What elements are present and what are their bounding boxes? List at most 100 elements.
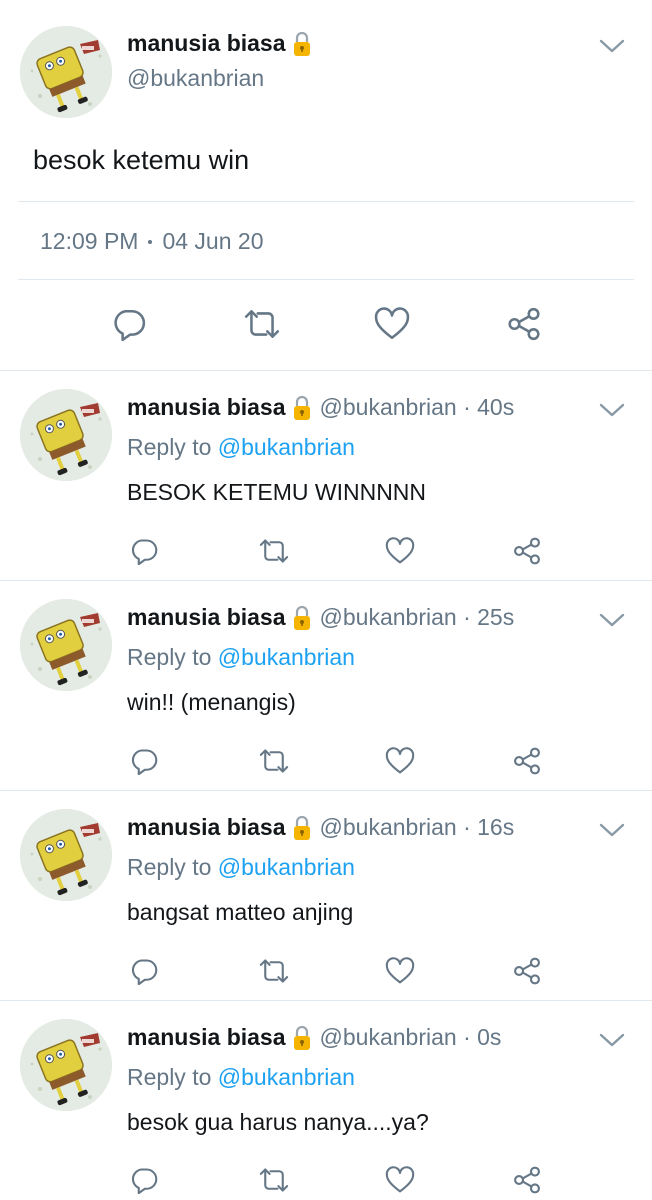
user-name-row: manusia biasa @bukanbrian · 40s — [127, 394, 514, 421]
user-name-row: manusia biasa — [127, 30, 311, 57]
chevron-down-icon[interactable] — [599, 1032, 625, 1048]
like-icon — [385, 957, 415, 985]
share-button[interactable] — [509, 1163, 545, 1197]
share-button[interactable] — [504, 305, 544, 343]
reply-tweet[interactable]: manusia biasa @bukanbrian · 16s Reply to… — [0, 791, 652, 1001]
user-name-row: manusia biasa @bukanbrian · 16s — [127, 814, 514, 841]
avatar[interactable] — [20, 809, 112, 901]
display-name[interactable]: manusia biasa — [127, 814, 286, 841]
avatar-image — [20, 809, 112, 901]
lock-icon — [293, 815, 311, 841]
user-handle[interactable]: @bukanbrian · 16s — [320, 814, 515, 841]
reply-tweet[interactable]: manusia biasa @bukanbrian · 25s Reply to… — [0, 581, 652, 791]
share-icon — [506, 306, 542, 342]
retweet-icon — [243, 307, 281, 341]
chevron-down-icon[interactable] — [599, 822, 625, 838]
reply-tweet[interactable]: manusia biasa @bukanbrian · 0s Reply to … — [0, 1001, 652, 1200]
retweet-icon — [258, 957, 290, 985]
share-button[interactable] — [509, 744, 545, 778]
tweet-text: BESOK KETEMU WINNNNN — [127, 479, 427, 505]
avatar[interactable] — [20, 26, 112, 118]
reply-icon — [130, 537, 158, 565]
avatar[interactable] — [20, 389, 112, 481]
avatar[interactable] — [20, 1019, 112, 1111]
display-name[interactable]: manusia biasa — [127, 394, 286, 421]
reply-to: Reply to @bukanbrian — [127, 854, 355, 881]
avatar[interactable] — [20, 599, 112, 691]
separator-dot — [148, 239, 153, 244]
like-icon — [374, 307, 410, 341]
reply-button[interactable] — [126, 744, 162, 778]
retweet-icon — [258, 537, 290, 565]
lock-icon — [293, 395, 311, 421]
lock-icon — [293, 1025, 311, 1051]
retweet-icon — [258, 747, 290, 775]
like-button[interactable] — [382, 534, 418, 568]
lock-icon — [293, 31, 311, 57]
reply-icon — [130, 1166, 158, 1194]
avatar-image — [20, 1019, 112, 1111]
avatar-image — [20, 599, 112, 691]
user-handle[interactable]: @bukanbrian · 25s — [320, 604, 515, 631]
reply-icon — [112, 307, 146, 341]
reply-to-handle-link[interactable]: @bukanbrian — [218, 1064, 355, 1090]
main-tweet: manusia biasa @bukanbrian besok ketemu w… — [0, 0, 652, 370]
avatar-image — [20, 389, 112, 481]
chevron-down-icon[interactable] — [599, 402, 625, 418]
like-icon — [385, 537, 415, 565]
tweet-text: win!! (menangis) — [127, 689, 296, 715]
reply-to-label: Reply to — [127, 434, 218, 460]
reply-to-handle-link[interactable]: @bukanbrian — [218, 434, 355, 460]
share-icon — [512, 956, 542, 986]
share-icon — [512, 746, 542, 776]
retweet-button[interactable] — [254, 744, 294, 778]
reply-to-label: Reply to — [127, 854, 218, 880]
like-button[interactable] — [372, 305, 412, 343]
retweet-icon — [258, 1166, 290, 1194]
display-name[interactable]: manusia biasa — [127, 1024, 286, 1051]
retweet-button[interactable] — [254, 534, 294, 568]
tweet-time: 12:09 PM — [40, 228, 139, 254]
share-icon — [512, 536, 542, 566]
retweet-button[interactable] — [254, 1163, 294, 1197]
tweet-timestamp: 12:09 PM 04 Jun 20 — [40, 228, 263, 255]
divider — [18, 279, 634, 280]
share-icon — [512, 1165, 542, 1195]
tweet-text: bangsat matteo anjing — [127, 899, 354, 925]
like-button[interactable] — [382, 744, 418, 778]
reply-button[interactable] — [109, 305, 149, 343]
reply-to: Reply to @bukanbrian — [127, 1064, 355, 1091]
user-name-row: manusia biasa @bukanbrian · 25s — [127, 604, 514, 631]
retweet-button[interactable] — [254, 954, 294, 988]
user-handle[interactable]: @bukanbrian — [127, 65, 264, 92]
reply-button[interactable] — [126, 534, 162, 568]
share-button[interactable] — [509, 954, 545, 988]
user-handle[interactable]: @bukanbrian · 40s — [320, 394, 515, 421]
reply-to-label: Reply to — [127, 644, 218, 670]
reply-to-handle-link[interactable]: @bukanbrian — [218, 644, 355, 670]
tweet-date: 04 Jun 20 — [162, 228, 264, 254]
lock-icon — [293, 605, 311, 631]
reply-icon — [130, 747, 158, 775]
reply-tweet[interactable]: manusia biasa @bukanbrian · 40s Reply to… — [0, 371, 652, 581]
avatar-image — [20, 26, 112, 118]
like-button[interactable] — [382, 954, 418, 988]
retweet-button[interactable] — [240, 305, 284, 343]
display-name[interactable]: manusia biasa — [127, 604, 286, 631]
reply-to: Reply to @bukanbrian — [127, 644, 355, 671]
chevron-down-icon[interactable] — [599, 612, 625, 628]
reply-to-label: Reply to — [127, 1064, 218, 1090]
reply-to: Reply to @bukanbrian — [127, 434, 355, 461]
reply-button[interactable] — [126, 1163, 162, 1197]
divider — [18, 201, 634, 202]
like-button[interactable] — [382, 1163, 418, 1197]
display-name[interactable]: manusia biasa — [127, 30, 286, 57]
reply-to-handle-link[interactable]: @bukanbrian — [218, 854, 355, 880]
chevron-down-icon[interactable] — [599, 38, 625, 54]
user-handle[interactable]: @bukanbrian · 0s — [320, 1024, 502, 1051]
like-icon — [385, 747, 415, 775]
tweet-text: besok gua harus nanya....ya? — [127, 1109, 429, 1135]
reply-icon — [130, 957, 158, 985]
share-button[interactable] — [509, 534, 545, 568]
reply-button[interactable] — [126, 954, 162, 988]
